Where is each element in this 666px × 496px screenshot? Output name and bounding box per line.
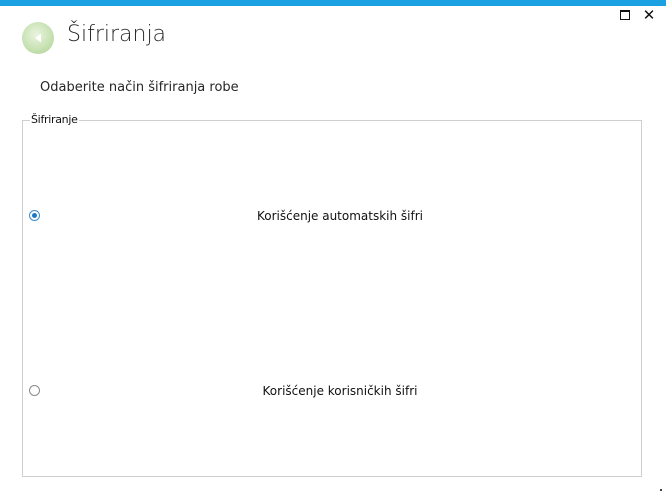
back-button[interactable] xyxy=(22,22,54,54)
radio-label-automatic-codes[interactable]: Korišćenje automatskih šifri xyxy=(40,209,640,223)
close-button[interactable]: ✕ xyxy=(642,6,656,24)
maximize-icon xyxy=(620,10,630,20)
radio-automatic-codes[interactable] xyxy=(29,210,40,221)
radio-label-user-codes[interactable]: Korišćenje korisničkih šifri xyxy=(40,384,640,398)
close-icon: ✕ xyxy=(642,6,656,24)
maximize-button[interactable] xyxy=(618,8,632,22)
page-title: Šifriranja xyxy=(67,22,167,47)
encoding-group-box xyxy=(22,120,642,477)
window-accent-bar xyxy=(0,0,666,6)
radio-user-codes[interactable] xyxy=(29,385,40,396)
resize-grip[interactable] xyxy=(660,489,662,491)
group-legend: Šifriranje xyxy=(30,113,79,126)
radio-selected-dot xyxy=(32,213,37,218)
back-arrow-icon xyxy=(35,33,41,43)
page-subtitle: Odaberite način šifriranja robe xyxy=(40,80,239,95)
